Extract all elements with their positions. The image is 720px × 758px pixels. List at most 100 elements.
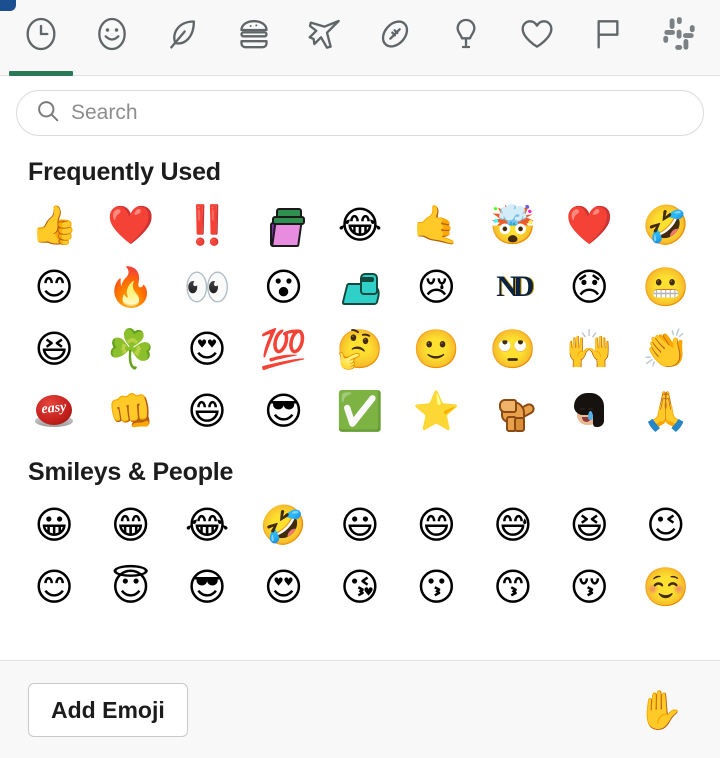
emoji-sunglasses[interactable]: 😎 bbox=[245, 380, 321, 442]
emoji-grinning[interactable]: 😀 bbox=[16, 494, 92, 556]
emoji-smiley[interactable]: 😃 bbox=[322, 494, 398, 556]
airplane-icon bbox=[305, 14, 345, 54]
emoji-open-mouth[interactable]: 😮 bbox=[245, 256, 321, 318]
emoji-grin[interactable]: 😁 bbox=[92, 494, 168, 556]
tab-symbols[interactable] bbox=[502, 0, 573, 76]
emoji-glyph: 😎 bbox=[187, 565, 227, 609]
emoji-hundred-points[interactable]: 💯 bbox=[245, 318, 321, 380]
emoji-glyph: 😂 bbox=[337, 203, 383, 247]
emoji-custom-teal-creature[interactable] bbox=[322, 256, 398, 318]
emoji-grimacing[interactable]: 😬 bbox=[628, 256, 704, 318]
emoji-smile[interactable]: 😄 bbox=[398, 494, 474, 556]
emoji-glyph: 👀 bbox=[183, 265, 231, 309]
emoji-glyph: 👍 bbox=[30, 203, 78, 247]
tab-flags[interactable] bbox=[572, 0, 643, 76]
emoji-bangbang[interactable]: ‼️ bbox=[169, 194, 245, 256]
search-input[interactable] bbox=[71, 93, 703, 133]
emoji-glyph: 🤙 bbox=[412, 203, 461, 247]
tab-frequently-used[interactable] bbox=[6, 0, 77, 76]
emoji-glyph: 🙂 bbox=[412, 327, 461, 371]
tab-nature[interactable] bbox=[148, 0, 219, 76]
tab-activities[interactable] bbox=[360, 0, 431, 76]
emoji-glyph: ☺️ bbox=[642, 565, 690, 609]
tab-food-drink[interactable] bbox=[218, 0, 289, 76]
emoji-clap[interactable]: 👏 bbox=[628, 318, 704, 380]
add-emoji-button[interactable]: Add Emoji bbox=[28, 682, 188, 737]
emoji-custom-purple-hat-figure[interactable] bbox=[245, 194, 321, 256]
tab-smileys-people[interactable] bbox=[77, 0, 148, 76]
emoji-glyph: ❤️ bbox=[565, 203, 613, 247]
tab-travel-places[interactable] bbox=[289, 0, 360, 76]
emoji-glyph: 😞 bbox=[569, 265, 610, 309]
emoji-dark-red-heart[interactable]: ❤️ bbox=[551, 194, 627, 256]
tab-indicator bbox=[505, 71, 569, 76]
emoji-cry[interactable]: 😢 bbox=[398, 256, 474, 318]
emoji-joy[interactable]: 😂 bbox=[169, 494, 245, 556]
emoji-smile[interactable]: 😄 bbox=[169, 380, 245, 442]
emoji-kissing-heart[interactable]: 😘 bbox=[322, 556, 398, 618]
emoji-kissing-smiling-eyes[interactable]: 😙 bbox=[475, 556, 551, 618]
emoji-sweat-smile[interactable]: 😅 bbox=[475, 494, 551, 556]
emoji-relaxed[interactable]: ☺️ bbox=[628, 556, 704, 618]
emoji-pray[interactable]: 🙏 bbox=[628, 380, 704, 442]
emoji-rolling-on-the-floor-laughing[interactable]: 🤣 bbox=[628, 194, 704, 256]
emoji-blush[interactable]: 😊 bbox=[16, 256, 92, 318]
emoji-roll-eyes[interactable]: 🙄 bbox=[475, 318, 551, 380]
emoji-glyph: 😊 bbox=[34, 565, 75, 609]
emoji-raised-hands[interactable]: 🙌 bbox=[551, 318, 627, 380]
tab-custom-slack[interactable] bbox=[643, 0, 714, 76]
emoji-blush[interactable]: 😊 bbox=[16, 556, 92, 618]
search-box[interactable] bbox=[16, 90, 704, 136]
emoji-sunglasses[interactable]: 😎 bbox=[169, 556, 245, 618]
emoji-heart-eyes[interactable]: 😍 bbox=[245, 556, 321, 618]
emoji-call-me-hand[interactable]: 🤙 bbox=[398, 194, 474, 256]
emoji-thumbsup[interactable]: 👍 bbox=[16, 194, 92, 256]
emoji-picker: Frequently Used 👍 ❤️ ‼️ 😂 🤙 🤯 ❤️ 🤣 😊 🔥 👀 😮 😢 ND 😞 😬 😆 ☘️ 😍 💯… bbox=[0, 0, 720, 758]
emoji-scroll-area[interactable]: Frequently Used 👍 ❤️ ‼️ 😂 🤙 🤯 ❤️ 🤣 😊 🔥 👀 😮 😢 ND 😞 😬 😆 ☘️ 😍 💯… bbox=[0, 142, 720, 660]
skin-tone-selector[interactable]: ✋ bbox=[629, 687, 692, 733]
burger-icon bbox=[234, 14, 274, 54]
picker-footer: Add Emoji ✋ bbox=[0, 660, 720, 758]
leaf-icon bbox=[163, 14, 203, 54]
emoji-glyph: ❤️ bbox=[106, 203, 155, 247]
emoji-fist-bump[interactable]: 👊 bbox=[92, 380, 168, 442]
emoji-thinking-face[interactable]: 🤔 bbox=[322, 318, 398, 380]
emoji-kissing-closed-eyes[interactable]: 😚 bbox=[551, 556, 627, 618]
tab-indicator bbox=[151, 71, 215, 76]
emoji-glyph: 😂 bbox=[184, 503, 230, 547]
emoji-glyph: ✅ bbox=[336, 389, 384, 433]
emoji-star[interactable]: ⭐ bbox=[398, 380, 474, 442]
emoji-laughing[interactable]: 😆 bbox=[16, 318, 92, 380]
emoji-fire[interactable]: 🔥 bbox=[92, 256, 168, 318]
emoji-grid: 👍 ❤️ ‼️ 😂 🤙 🤯 ❤️ 🤣 😊 🔥 👀 😮 😢 ND 😞 😬 😆 ☘️ 😍 💯 🤔 🙂 🙄 🙌 👏 easy 👊 😄 😎 ✅ ⭐ 🙏 bbox=[16, 194, 704, 442]
tab-indicator bbox=[434, 71, 498, 76]
emoji-custom-crying-woman[interactable] bbox=[551, 380, 627, 442]
emoji-kissing[interactable]: 😗 bbox=[398, 556, 474, 618]
section-title: Smileys & People bbox=[28, 458, 234, 486]
emoji-white-check-mark[interactable]: ✅ bbox=[322, 380, 398, 442]
emoji-shamrock[interactable]: ☘️ bbox=[92, 318, 168, 380]
emoji-glyph: ‼️ bbox=[183, 203, 231, 247]
emoji-heart-eyes[interactable]: 😍 bbox=[169, 318, 245, 380]
emoji-joy[interactable]: 😂 bbox=[322, 194, 398, 256]
emoji-exploding-head[interactable]: 🤯 bbox=[475, 194, 551, 256]
emoji-glyph: 😚 bbox=[569, 565, 610, 609]
emoji-eyes[interactable]: 👀 bbox=[169, 256, 245, 318]
emoji-innocent[interactable]: 😇 bbox=[92, 556, 168, 618]
emoji-glyph: 😊 bbox=[34, 265, 75, 309]
flag-icon bbox=[588, 14, 628, 54]
emoji-custom-notre-dame-logo[interactable]: ND bbox=[475, 256, 551, 318]
emoji-custom-easy-button[interactable]: easy bbox=[16, 380, 92, 442]
tab-objects[interactable] bbox=[431, 0, 502, 76]
emoji-wink[interactable]: 😉 bbox=[628, 494, 704, 556]
emoji-glyph: ⭐ bbox=[412, 389, 461, 433]
emoji-disappointed[interactable]: 😞 bbox=[551, 256, 627, 318]
emoji-glyph: 🤔 bbox=[336, 327, 384, 371]
emoji-laughing[interactable]: 😆 bbox=[551, 494, 627, 556]
emoji-rolling-on-the-floor-laughing[interactable]: 🤣 bbox=[245, 494, 321, 556]
emoji-glyph: 😗 bbox=[416, 565, 457, 609]
emoji-slightly-smiling-face[interactable]: 🙂 bbox=[398, 318, 474, 380]
emoji-glyph: 😇 bbox=[110, 565, 151, 609]
emoji-heart[interactable]: ❤️ bbox=[92, 194, 168, 256]
emoji-custom-dancing-dino[interactable] bbox=[475, 380, 551, 442]
